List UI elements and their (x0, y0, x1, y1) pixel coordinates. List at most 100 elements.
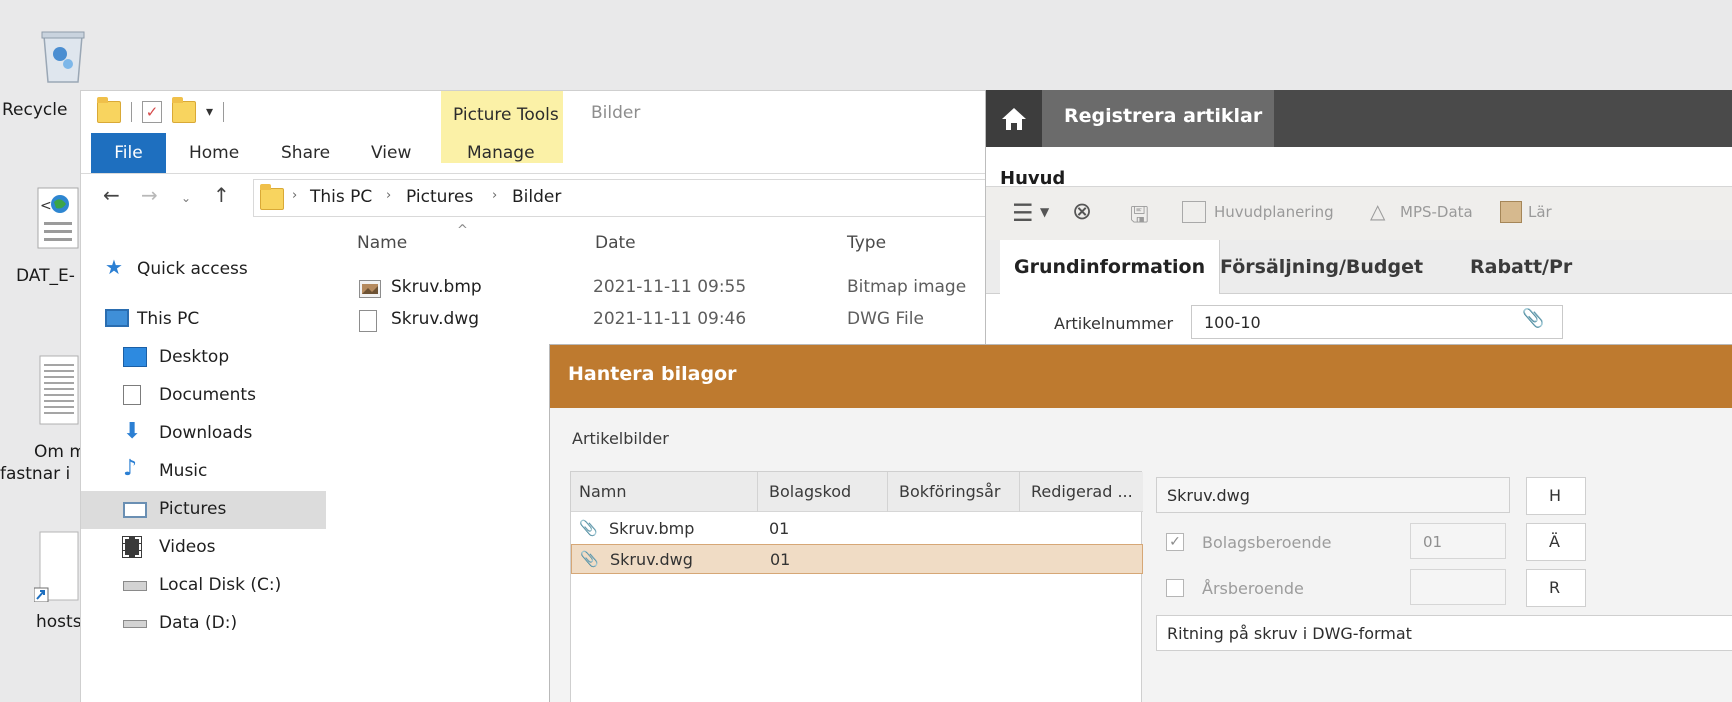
nav-label: Quick access (137, 259, 248, 279)
nav-local-disk-c[interactable]: Local Disk (C:) (81, 567, 326, 605)
text-document-icon[interactable] (38, 354, 80, 426)
folder-icon[interactable] (97, 97, 121, 123)
column-header-bolagskod[interactable]: Bolagskod (769, 482, 851, 501)
erp-tabs: Grundinformation Försäljning/Budget Raba… (986, 240, 1732, 294)
column-header-name[interactable]: Name (357, 233, 407, 253)
breadcrumb-pictures[interactable]: Pictures (406, 187, 473, 207)
home-button[interactable] (986, 90, 1042, 147)
documents-icon (123, 385, 141, 405)
file-type: Bitmap image (847, 277, 967, 297)
computer-icon (105, 309, 129, 327)
nav-this-pc[interactable]: This PC (81, 301, 326, 339)
side-button-h[interactable]: H (1526, 477, 1586, 515)
quick-access-toolbar: ✓ ▾ (97, 97, 225, 123)
bolagsberoende-label: Bolagsberoende (1202, 533, 1332, 552)
nav-documents[interactable]: Documents (81, 377, 326, 415)
file-shortcut-icon[interactable] (33, 530, 82, 603)
huvudplanering-button[interactable]: Huvudplanering (1214, 203, 1334, 221)
desktop-label-hosts[interactable]: hosts (36, 612, 82, 632)
tab-grundinformation[interactable]: Grundinformation (1000, 240, 1221, 294)
hantera-bilagor-dialog: Hantera bilagor Artikelbilder Namn Bolag… (549, 344, 1732, 702)
dropdown-caret-icon[interactable]: ▼ (1040, 205, 1049, 219)
forward-arrow-icon[interactable]: → (141, 183, 158, 207)
tab-rabatt[interactable]: Rabatt/Pr (1456, 240, 1586, 294)
side-button-a[interactable]: Ä (1526, 523, 1586, 561)
arsberoende-label: Årsberoende (1202, 579, 1304, 598)
nav-label: Desktop (159, 347, 230, 367)
web-document-icon[interactable]: < (36, 184, 80, 252)
lar-button[interactable]: Lär (1528, 203, 1552, 221)
artikelnummer-field[interactable]: 100-10 (1191, 305, 1563, 339)
desktop-label-dat[interactable]: DAT_E- (16, 266, 75, 286)
attachment-row-selected[interactable]: 📎 Skruv.dwg 01 (571, 544, 1143, 574)
address-bar[interactable]: › This PC › Pictures › Bilder (253, 179, 1091, 217)
cancel-circle-icon[interactable]: ⊗ (1072, 197, 1092, 225)
nav-quick-access[interactable]: ★ Quick access (81, 251, 326, 289)
column-header-bokforingsar[interactable]: Bokföringsår (899, 482, 1001, 501)
erp-window-title: Registrera artiklar (1064, 105, 1263, 127)
bitmap-file-icon (359, 280, 381, 298)
attachment-name-field[interactable]: Skruv.dwg (1156, 477, 1510, 513)
tab-share[interactable]: Share (281, 133, 330, 173)
tab-view[interactable]: View (371, 133, 411, 173)
bokforingsar-field[interactable] (1410, 569, 1506, 605)
recycle-bin-icon[interactable] (34, 20, 92, 88)
music-note-icon: ♪ (123, 456, 138, 481)
save-icon[interactable]: 🖫 (1130, 198, 1149, 236)
new-folder-icon[interactable] (172, 97, 196, 123)
column-header-namn[interactable]: Namn (579, 482, 627, 501)
file-row[interactable]: Skruv.dwg 2021-11-11 09:46 DWG File (347, 305, 1091, 337)
tab-manage[interactable]: Manage (467, 133, 535, 173)
nav-label: Documents (159, 385, 256, 405)
column-divider (757, 472, 758, 512)
bolagsberoende-checkbox[interactable]: ✓ (1166, 533, 1184, 551)
bolagskod-field[interactable]: 01 (1410, 523, 1506, 559)
nav-label: Pictures (159, 499, 227, 519)
download-arrow-icon: ⬇ (123, 419, 142, 444)
customize-toolbar-dropdown[interactable]: ▾ (206, 104, 213, 120)
attachment-row[interactable]: 📎 Skruv.bmp 01 (571, 514, 1143, 544)
file-date: 2021-11-11 09:55 (593, 277, 747, 297)
paperclip-icon[interactable]: 📎 (1522, 308, 1544, 329)
grid-header: Namn Bolagskod Bokföringsår Redigerad ..… (571, 472, 1143, 512)
file-row[interactable]: Skruv.bmp 2021-11-11 09:55 Bitmap image (347, 273, 1091, 305)
desktop-label-recycle[interactable]: Recycle (2, 100, 67, 120)
nav-desktop[interactable]: Desktop (81, 339, 326, 377)
attachment-name-value: Skruv.dwg (1167, 486, 1250, 505)
properties-icon[interactable]: ✓ (142, 101, 162, 123)
pictures-icon (123, 502, 147, 518)
column-header-redigerad[interactable]: Redigerad ... (1031, 482, 1133, 501)
arsberoende-checkbox[interactable] (1166, 579, 1184, 597)
list-menu-icon[interactable]: ☰ (1012, 199, 1034, 227)
artikelnummer-label: Artikelnummer (1054, 314, 1174, 333)
column-header-type[interactable]: Type (847, 233, 886, 253)
nav-label: Local Disk (C:) (159, 575, 282, 595)
tab-home[interactable]: Home (189, 133, 239, 173)
side-button-label: H (1549, 486, 1562, 505)
erp-toolbar: ☰ ▼ ⊗ 🖫 Huvudplanering △ MPS-Data Lär (986, 186, 1732, 242)
column-divider (1019, 472, 1020, 512)
nav-music[interactable]: ♪ Music (81, 453, 326, 491)
attachment-name: Skruv.dwg (610, 550, 693, 569)
nav-data-d[interactable]: Data (D:) (81, 605, 326, 643)
breadcrumb-this-pc[interactable]: This PC (310, 187, 372, 207)
description-field[interactable]: Ritning på skruv i DWG-format (1156, 615, 1732, 651)
nav-videos[interactable]: Videos (81, 529, 326, 567)
main-planning-icon (1182, 201, 1206, 223)
recent-locations-chevron-icon[interactable]: ⌄ (181, 191, 191, 205)
desktop-label-fastnar[interactable]: fastnar i (0, 464, 70, 484)
side-button-label: Ä (1549, 532, 1560, 551)
up-arrow-icon[interactable]: ↑ (213, 183, 230, 207)
navigation-bar: ← → ⌄ ↑ › This PC › Pictures › Bilder (81, 179, 1091, 217)
mps-data-button[interactable]: MPS-Data (1400, 203, 1473, 221)
breadcrumb-bilder[interactable]: Bilder (512, 187, 561, 207)
tab-forsaljning-budget[interactable]: Försäljning/Budget (1206, 240, 1437, 294)
nav-pictures[interactable]: Pictures (81, 491, 326, 529)
column-header-date[interactable]: Date (595, 233, 636, 253)
ribbon-tabs: File Home Share View Manage (81, 133, 1091, 173)
tab-file[interactable]: File (91, 133, 166, 173)
back-arrow-icon[interactable]: ← (103, 183, 120, 207)
desktop-label-om[interactable]: Om m (34, 442, 86, 462)
nav-downloads[interactable]: ⬇ Downloads (81, 415, 326, 453)
side-button-r[interactable]: R (1526, 569, 1586, 607)
